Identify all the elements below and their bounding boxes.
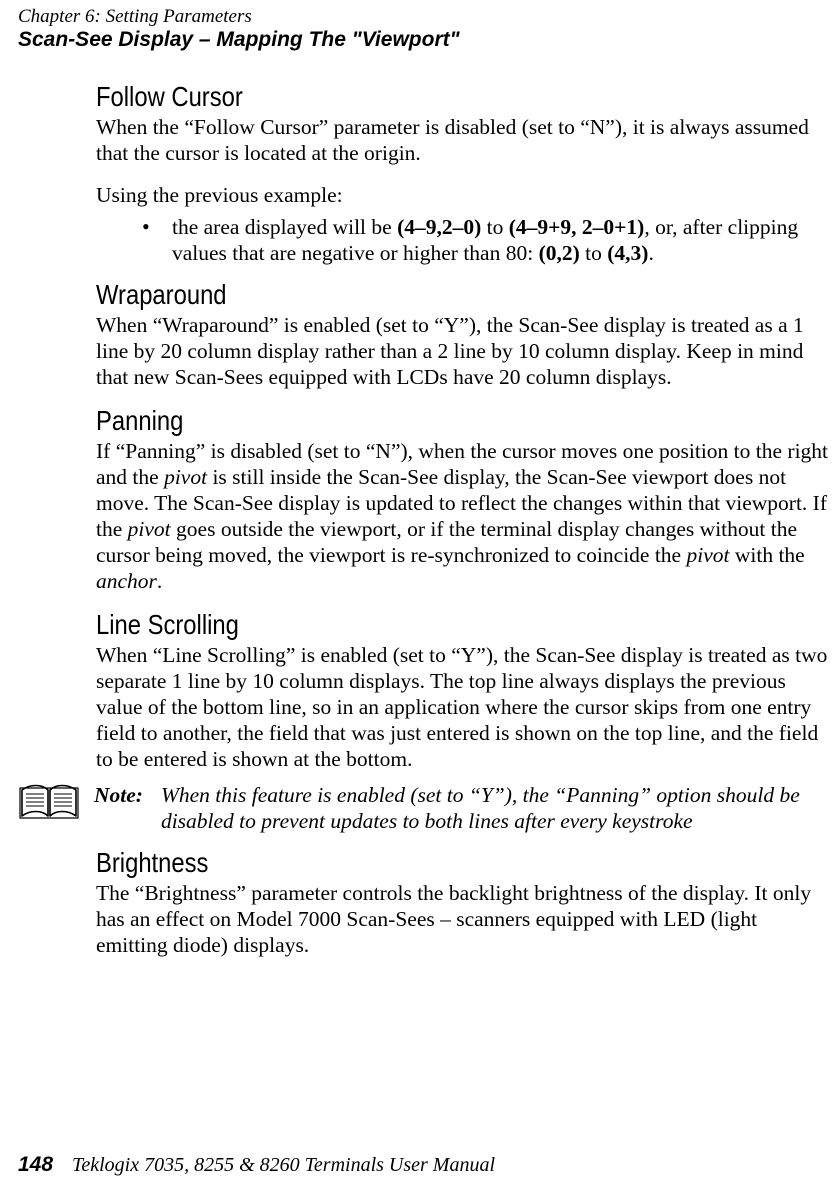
paragraph: If “Panning” is disabled (set to “N”), w…: [96, 438, 834, 594]
paragraph: Using the previous example:: [96, 182, 834, 208]
manual-title: Teklogix 7035, 8255 & 8260 Terminals Use…: [72, 1154, 495, 1176]
heading-panning: Panning: [96, 406, 723, 436]
section-follow-cursor: Follow Cursor When the “Follow Cursor” p…: [96, 82, 834, 266]
text-italic: pivot: [686, 543, 734, 567]
text-italic: pivot: [164, 465, 212, 489]
page: Chapter 6: Setting Parameters Scan-See D…: [0, 0, 838, 1197]
note: Note: When this feature is enabled (set …: [18, 782, 834, 834]
text-bold: (0,2): [539, 241, 580, 265]
bullet-list: the area displayed will be (4–9,2–0) to …: [96, 214, 834, 266]
note-label: Note:: [94, 782, 143, 834]
text-bold: (4–9+9, 2–0+1): [509, 215, 645, 239]
text: to: [481, 215, 508, 239]
text: .: [648, 241, 653, 265]
text: .: [157, 569, 162, 593]
section-panning: Panning If “Panning” is disabled (set to…: [96, 406, 834, 594]
heading-brightness: Brightness: [96, 848, 723, 878]
text: with the: [735, 543, 805, 567]
text-italic: anchor: [96, 569, 157, 593]
content: Follow Cursor When the “Follow Cursor” p…: [96, 82, 834, 974]
text: to: [580, 241, 607, 265]
text-italic: pivot: [128, 517, 176, 541]
text-bold: (4–9,2–0): [397, 215, 481, 239]
running-head: Chapter 6: Setting Parameters Scan-See D…: [18, 6, 820, 52]
heading-follow-cursor: Follow Cursor: [96, 82, 723, 112]
paragraph: When the “Follow Cursor” parameter is di…: [96, 114, 834, 166]
heading-wraparound: Wraparound: [96, 280, 723, 310]
section-brightness: Brightness The “Brightness” parameter co…: [96, 848, 834, 958]
paragraph: The “Brightness” parameter controls the …: [96, 880, 834, 958]
note-text: Note: When this feature is enabled (set …: [94, 782, 834, 834]
paragraph: When “Wraparound” is enabled (set to “Y”…: [96, 312, 834, 390]
running-head-chapter: Chapter 6: Setting Parameters: [18, 6, 820, 28]
text-bold: (4,3): [607, 241, 648, 265]
footer: 148 Teklogix 7035, 8255 & 8260 Terminals…: [18, 1153, 495, 1177]
text: the area displayed will be: [172, 215, 397, 239]
heading-line-scrolling: Line Scrolling: [96, 610, 723, 640]
list-item: the area displayed will be (4–9,2–0) to …: [142, 214, 834, 266]
paragraph: When “Line Scrolling” is enabled (set to…: [96, 642, 834, 772]
section-wraparound: Wraparound When “Wraparound” is enabled …: [96, 280, 834, 390]
running-head-section: Scan-See Display – Mapping The "Viewport…: [18, 28, 820, 52]
page-number: 148: [18, 1153, 53, 1176]
note-body: When this feature is enabled (set to “Y”…: [161, 782, 834, 834]
book-icon: [18, 782, 80, 822]
section-line-scrolling: Line Scrolling When “Line Scrolling” is …: [96, 610, 834, 772]
